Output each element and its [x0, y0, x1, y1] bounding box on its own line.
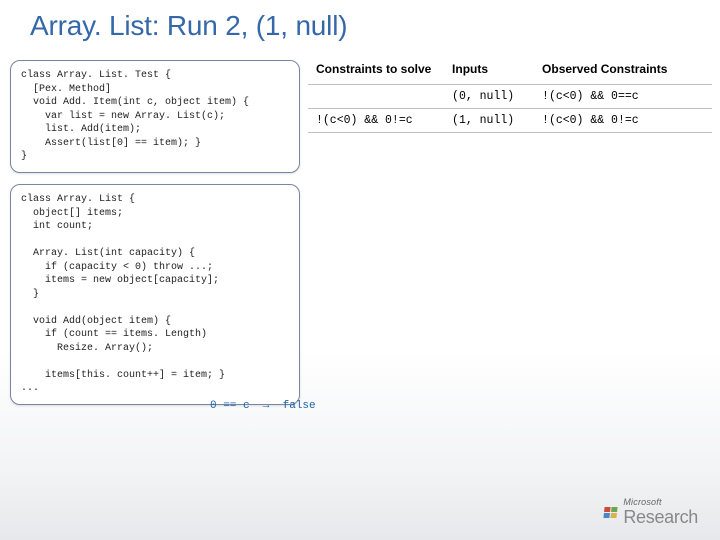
col-header-constraints-to-solve: Constraints to solve: [308, 58, 444, 85]
cell-constraints: [308, 85, 444, 109]
code-block-arraylist-class: class Array. List { object[] items; int …: [10, 184, 300, 405]
footer-logo: Microsoft Research: [604, 497, 698, 528]
table-row: (0, null) !(c<0) && 0==c: [308, 85, 712, 109]
code-block-test-class: class Array. List. Test { [Pex. Method] …: [10, 60, 300, 173]
table-header-row: Constraints to solve Inputs Observed Con…: [308, 58, 712, 85]
constraints-table: Constraints to solve Inputs Observed Con…: [308, 58, 712, 133]
table-row: !(c<0) && 0!=c (1, null) !(c<0) && 0!=c: [308, 109, 712, 133]
inline-evaluation-annotation: 0 == c → false: [210, 400, 316, 412]
footer-brand: Microsoft: [623, 497, 698, 507]
col-header-inputs: Inputs: [444, 58, 534, 85]
footer-sub: Research: [623, 507, 698, 528]
cell-constraints: !(c<0) && 0!=c: [308, 109, 444, 133]
page-title: Array. List: Run 2, (1, null): [0, 0, 720, 42]
cell-inputs: (1, null): [444, 109, 534, 133]
cell-observed: !(c<0) && 0==c: [534, 85, 712, 109]
cell-inputs: (0, null): [444, 85, 534, 109]
cell-observed: !(c<0) && 0!=c: [534, 109, 712, 133]
microsoft-flag-icon: [604, 507, 618, 518]
col-header-observed: Observed Constraints: [534, 58, 712, 85]
